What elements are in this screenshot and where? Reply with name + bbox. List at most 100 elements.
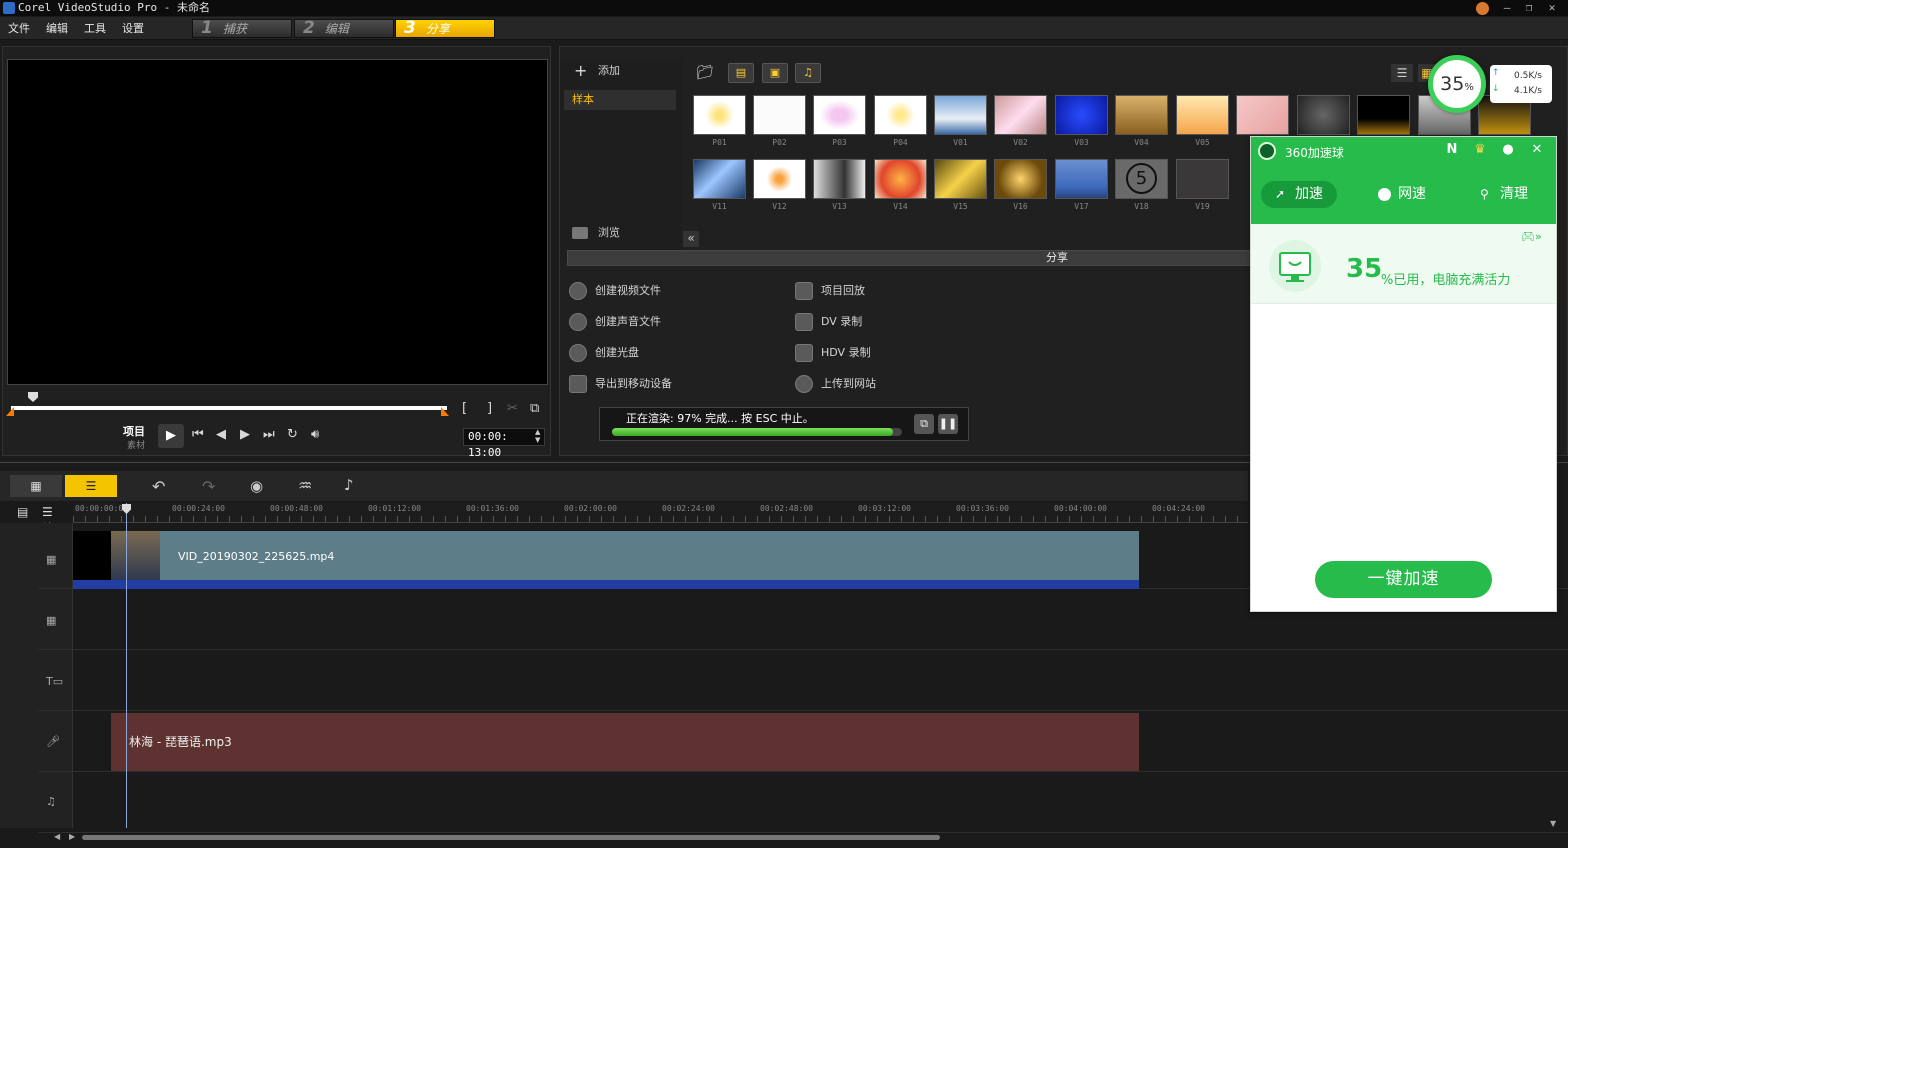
track-manager-icon[interactable]: ▤ bbox=[17, 505, 28, 519]
tab-accelerate[interactable]: ➚ 加速 bbox=[1261, 181, 1337, 208]
record-icon[interactable] bbox=[1476, 2, 1489, 15]
media-thumbnail[interactable] bbox=[1357, 95, 1410, 135]
chapter-list-icon[interactable]: ☰ bbox=[42, 505, 53, 519]
trim-start-handle[interactable] bbox=[6, 407, 14, 416]
home-icon[interactable]: ⏮ bbox=[192, 427, 204, 442]
video-clip[interactable]: VID_20190302_225625.mp4 bbox=[160, 531, 1139, 583]
scroll-left-icon[interactable]: ◀ bbox=[54, 832, 60, 841]
media-thumbnail[interactable] bbox=[813, 159, 866, 199]
mark-out-button[interactable]: ] bbox=[487, 401, 492, 416]
tab-edit[interactable]: 2 编辑 bbox=[294, 19, 394, 38]
redo-icon[interactable]: ↷ bbox=[202, 477, 215, 496]
show-photos-icon[interactable]: ▣ bbox=[762, 63, 788, 83]
enlarge-preview-icon[interactable]: ⧉ bbox=[530, 401, 539, 416]
tab-capture[interactable]: 1 捕获 bbox=[192, 19, 292, 38]
scroll-right-icon[interactable]: ▶ bbox=[69, 832, 75, 841]
menu-file[interactable]: 文件 bbox=[8, 17, 30, 40]
step-label: 捕获 bbox=[222, 22, 247, 36]
media-thumbnail[interactable] bbox=[874, 95, 927, 135]
tab-share[interactable]: 3 分享 bbox=[395, 19, 495, 38]
render-progress-bar bbox=[612, 428, 902, 436]
preview-toggle-icon[interactable]: ⧉ bbox=[914, 414, 934, 434]
smart-proxy-icon[interactable]: ◉ bbox=[250, 477, 263, 495]
media-thumbnail[interactable] bbox=[813, 95, 866, 135]
countdown-icon: 5 bbox=[1126, 163, 1157, 194]
library-folder-sample[interactable]: 样本 bbox=[564, 90, 676, 110]
audio-mixer-icon[interactable]: ♒ bbox=[298, 476, 312, 495]
acceleration-ball[interactable]: 35% bbox=[1428, 55, 1486, 113]
create-disc-button[interactable]: 创建光盘 bbox=[569, 343, 639, 363]
upload-web-button[interactable]: 上传到网站 bbox=[795, 374, 876, 394]
media-thumbnail[interactable] bbox=[753, 95, 806, 135]
panel-close-icon[interactable]: ✕ bbox=[1529, 142, 1545, 158]
dv-record-button[interactable]: DV 录制 bbox=[795, 312, 862, 332]
media-thumbnail[interactable] bbox=[994, 159, 1047, 199]
mark-in-button[interactable]: [ bbox=[462, 401, 467, 416]
media-thumbnail[interactable] bbox=[693, 95, 746, 135]
feedback-icon[interactable]: ● bbox=[1500, 142, 1516, 158]
restore-icon[interactable]: ❐ bbox=[1518, 0, 1540, 16]
create-audio-file-button[interactable]: 创建声音文件 bbox=[569, 312, 661, 332]
media-thumbnail[interactable] bbox=[1055, 95, 1108, 135]
scroll-down-icon[interactable]: ▼ bbox=[1550, 819, 1556, 828]
media-thumbnail[interactable] bbox=[1055, 159, 1108, 199]
undo-icon[interactable]: ↶ bbox=[152, 477, 165, 496]
close-icon[interactable]: ✕ bbox=[1541, 0, 1563, 16]
media-thumbnail[interactable] bbox=[1176, 159, 1229, 199]
export-mobile-button[interactable]: 导出到移动设备 bbox=[569, 374, 672, 394]
timeline-ruler[interactable]: 00:00:00:00 00:00:24:00 00:00:48:00 00:0… bbox=[73, 503, 1248, 523]
next-frame-icon[interactable]: ▶ bbox=[240, 427, 250, 442]
title-bar: Corel VideoStudio Pro - 未命名 – ❐ ✕ bbox=[0, 0, 1568, 16]
scrub-bar[interactable] bbox=[11, 406, 447, 410]
timecode-field[interactable]: 00:00: 13:00 bbox=[463, 428, 545, 459]
hdv-record-button[interactable]: HDV 录制 bbox=[795, 343, 871, 363]
pause-icon[interactable]: ❚❚ bbox=[938, 414, 958, 434]
media-thumbnail[interactable] bbox=[1236, 95, 1289, 135]
show-audio-icon[interactable]: ♫ bbox=[795, 63, 821, 83]
play-button[interactable]: ▶ bbox=[158, 424, 184, 448]
skin-icon[interactable]: ♛ bbox=[1472, 142, 1488, 158]
media-thumbnail[interactable] bbox=[874, 159, 927, 199]
playhead[interactable] bbox=[126, 503, 127, 828]
list-view-icon[interactable]: ☰ bbox=[1391, 64, 1413, 82]
timeline-scrollbar[interactable] bbox=[82, 835, 940, 840]
end-icon[interactable]: ⏭ bbox=[263, 427, 275, 442]
minimize-icon[interactable]: – bbox=[1496, 0, 1518, 16]
repeat-icon[interactable]: ↻ bbox=[287, 427, 298, 442]
media-thumbnail[interactable] bbox=[1176, 95, 1229, 135]
split-clip-icon[interactable]: ✂ bbox=[507, 401, 518, 416]
media-thumbnail[interactable] bbox=[1297, 95, 1350, 135]
clip-mode-label[interactable]: 素材 bbox=[127, 438, 145, 451]
tab-network-speed[interactable]: 网速 bbox=[1364, 181, 1440, 208]
add-folder-button[interactable]: + 添加 bbox=[564, 61, 676, 81]
volume-icon[interactable]: 🔊︎ bbox=[311, 427, 319, 442]
one-click-boost-button[interactable]: 一键加速 bbox=[1315, 561, 1492, 598]
show-videos-icon[interactable]: ▤ bbox=[728, 63, 754, 83]
menu-tools[interactable]: 工具 bbox=[84, 17, 106, 40]
create-video-file-button[interactable]: 创建视频文件 bbox=[569, 281, 661, 301]
folder-icon[interactable]: 📁︎ bbox=[696, 65, 714, 81]
browse-button[interactable]: 浏览 bbox=[564, 223, 676, 243]
game-mode-icon[interactable]: 🎮︎» bbox=[1521, 230, 1542, 243]
collapse-library-button[interactable]: « bbox=[683, 231, 699, 247]
menu-settings[interactable]: 设置 bbox=[122, 17, 144, 40]
media-thumbnail[interactable] bbox=[1115, 95, 1168, 135]
audio-clip[interactable]: 林海 - 琵琶语.mp3 bbox=[111, 713, 1139, 771]
timeline-view-icon[interactable]: ☰ bbox=[65, 475, 117, 497]
media-thumbnail[interactable] bbox=[934, 159, 987, 199]
tab-clean[interactable]: ⚲ 清理 bbox=[1466, 181, 1542, 208]
media-thumbnail[interactable] bbox=[994, 95, 1047, 135]
previous-frame-icon[interactable]: ◀ bbox=[216, 427, 226, 442]
media-thumbnail[interactable] bbox=[693, 159, 746, 199]
n-icon[interactable]: N bbox=[1444, 142, 1460, 158]
media-thumbnail[interactable] bbox=[753, 159, 806, 199]
video-clip-thumbnail[interactable] bbox=[111, 531, 160, 583]
media-thumbnail[interactable] bbox=[934, 95, 987, 135]
storyboard-view-icon[interactable]: ▦ bbox=[10, 475, 62, 497]
timecode-stepper-icon[interactable]: ▲ ▼ bbox=[535, 428, 540, 444]
project-playback-button[interactable]: 项目回放 bbox=[795, 281, 865, 301]
scrub-handle[interactable] bbox=[28, 392, 38, 402]
menu-edit[interactable]: 编辑 bbox=[46, 17, 68, 40]
auto-music-icon[interactable]: ♪ bbox=[344, 476, 354, 494]
project-mode-label[interactable]: 项目 bbox=[123, 423, 145, 439]
